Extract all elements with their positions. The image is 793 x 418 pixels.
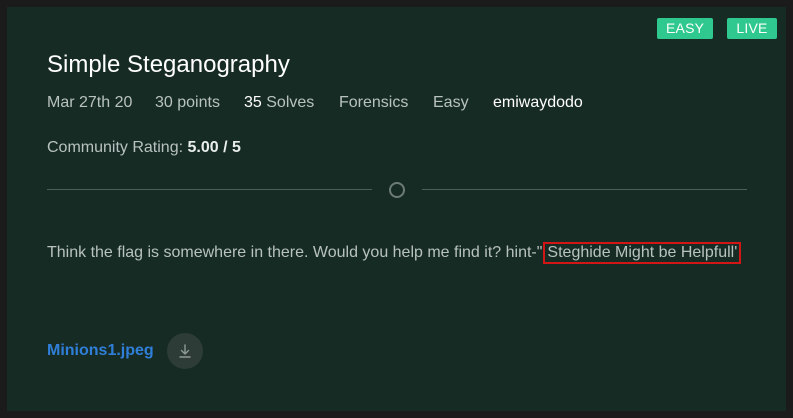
rating-label: Community Rating: [47, 139, 184, 156]
difficulty-badge: EASY [657, 18, 713, 39]
challenge-points: 30 points [155, 94, 220, 111]
download-button[interactable] [167, 333, 203, 369]
challenge-title: Simple Steganography [47, 51, 290, 78]
challenge-description: Think the flag is somewhere in there. Wo… [47, 242, 742, 264]
challenge-date: Mar 27th 20 [47, 94, 133, 111]
status-badge: LIVE [727, 18, 777, 39]
community-rating: Community Rating: 5.00 / 5 [47, 139, 241, 157]
download-icon [179, 344, 191, 358]
challenge-difficulty: Easy [433, 94, 469, 111]
divider-circle-icon [389, 182, 405, 198]
challenge-author[interactable]: emiwaydodo [493, 94, 583, 112]
attachment-link[interactable]: Minions1.jpeg [47, 342, 154, 360]
divider-left [47, 189, 372, 190]
solves-label: Solves [266, 94, 315, 111]
solves-count: 35 [244, 94, 262, 111]
challenge-card: EASY LIVE Simple Steganography Mar 27th … [7, 7, 786, 411]
solves[interactable]: 35 Solves [244, 94, 314, 112]
challenge-category: Forensics [339, 94, 409, 111]
description-text: Think the flag is somewhere in there. Wo… [47, 244, 543, 261]
rating-value: 5.00 / 5 [187, 139, 241, 156]
divider-right [422, 189, 747, 190]
hint-highlight: Steghide Might be Helpfull' [543, 242, 742, 264]
